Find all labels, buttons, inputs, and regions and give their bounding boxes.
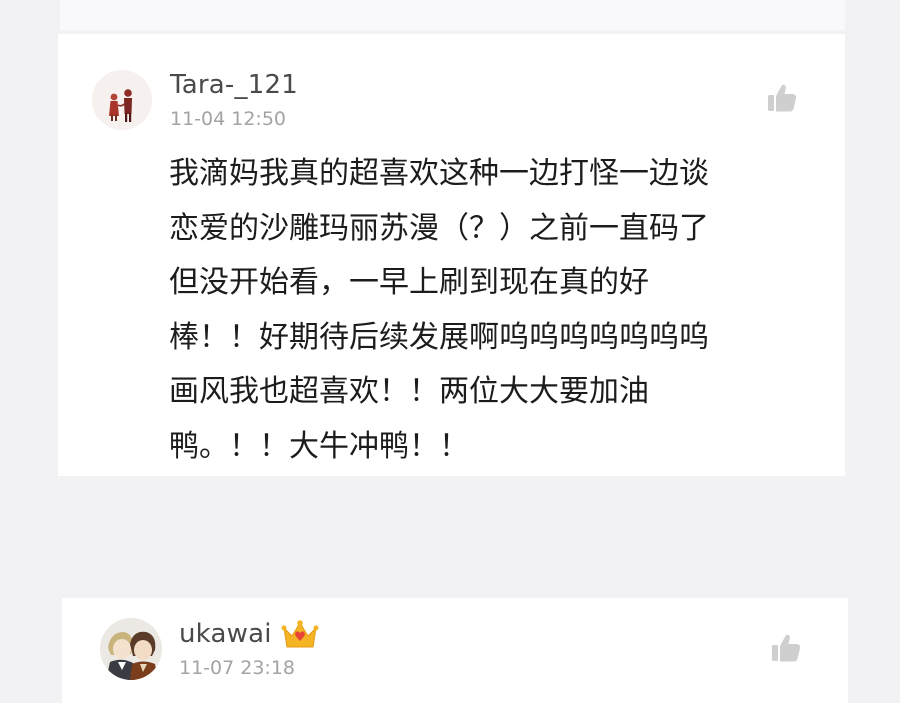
- crown-badge-icon: [281, 618, 319, 652]
- comment-body: 我滴妈我真的超喜欢这种一边打怪一边谈 恋爱的沙雕玛丽苏漫（？）之前一直码了 但没…: [169, 147, 809, 474]
- comment-line: 恋爱的沙雕玛丽苏漫（？）之前一直码了: [169, 210, 709, 246]
- comment-timestamp: 11-04 12:50: [170, 108, 287, 130]
- thumbs-up-icon[interactable]: [770, 632, 802, 664]
- previous-comment-edge: [60, 0, 845, 30]
- comment-line: 鸭。！！大牛冲鸭！！: [169, 428, 469, 464]
- comment-line: 画风我也超喜欢！！两位大大要加油: [169, 374, 649, 409]
- comment-card: Tara-_121 11-04 12:50 我滴妈我真的超喜欢这种一边打怪一边谈…: [58, 34, 845, 476]
- comment-line: 但没开始看，一早上刷到现在真的好: [169, 265, 649, 300]
- user-avatar[interactable]: [100, 618, 162, 680]
- comment-username[interactable]: ukawai: [179, 619, 272, 649]
- comment-username[interactable]: Tara-_121: [170, 70, 298, 100]
- comment-line: 棒！！好期待后续发展啊呜呜呜呜呜呜呜: [169, 319, 709, 355]
- user-avatar[interactable]: [92, 70, 152, 130]
- couple-holding-hands-avatar-icon: [92, 70, 152, 130]
- comment-line: 我滴妈我真的超喜欢这种一边打怪一边谈: [169, 156, 709, 191]
- comment-card: ukawai 11-07 23:18: [62, 598, 848, 703]
- comment-timestamp: 11-07 23:18: [179, 657, 296, 679]
- anime-characters-avatar-icon: [100, 618, 162, 680]
- thumbs-up-icon[interactable]: [766, 82, 798, 114]
